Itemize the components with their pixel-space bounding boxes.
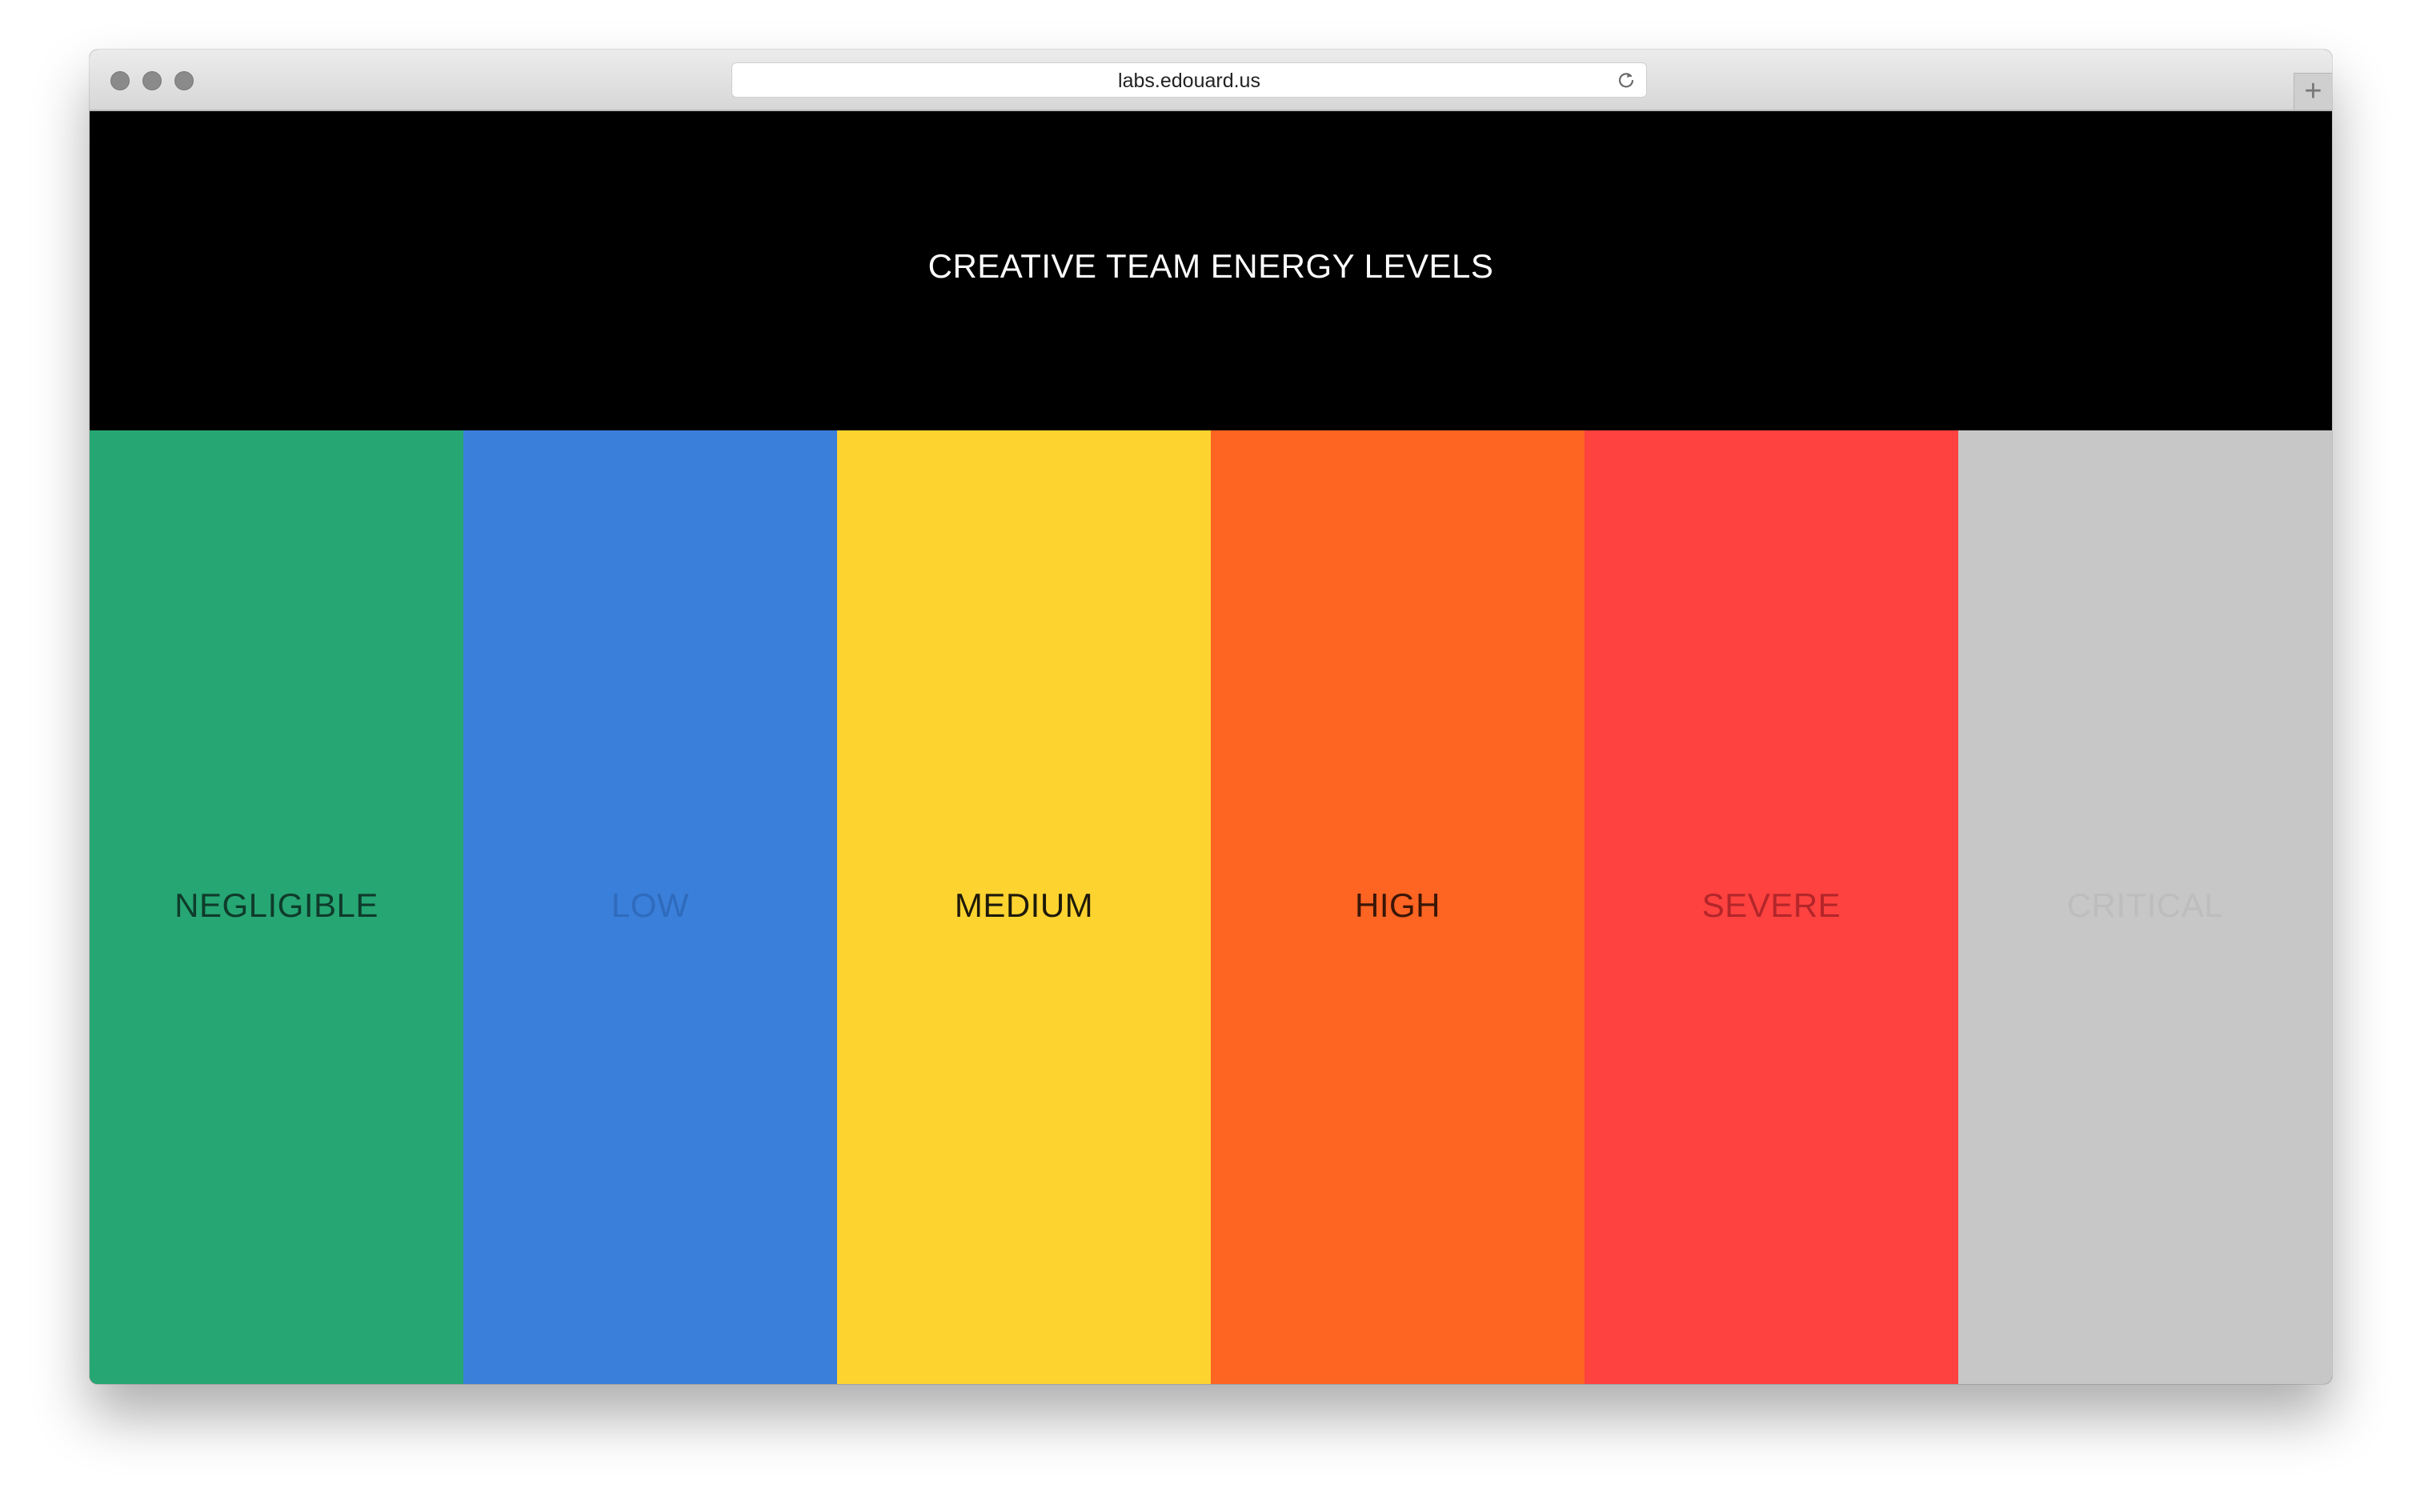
level-critical: CRITICAL xyxy=(1958,430,2332,1384)
address-bar[interactable]: labs.edouard.us xyxy=(731,62,1647,98)
level-medium: MEDIUM xyxy=(837,430,1211,1384)
url-text[interactable]: labs.edouard.us xyxy=(732,63,1646,98)
level-label: LOW xyxy=(611,886,690,924)
close-icon[interactable] xyxy=(110,71,130,90)
new-tab-button[interactable]: + xyxy=(2294,73,2332,110)
level-low: LOW xyxy=(463,430,837,1384)
level-negligible: NEGLIGIBLE xyxy=(90,430,463,1384)
level-label: CRITICAL xyxy=(2066,886,2224,924)
minimize-icon[interactable] xyxy=(142,71,162,90)
level-severe: SEVERE xyxy=(1585,430,1958,1384)
page-header: CREATIVE TEAM ENERGY LEVELS xyxy=(90,111,2332,430)
level-high: HIGH xyxy=(1211,430,1585,1384)
level-label: MEDIUM xyxy=(954,886,1094,924)
level-label: NEGLIGIBLE xyxy=(174,886,379,924)
level-label: HIGH xyxy=(1355,886,1440,924)
level-label: SEVERE xyxy=(1701,886,1841,924)
energy-levels-strip: NEGLIGIBLE LOW MEDIUM HIGH SEVERE CRITIC… xyxy=(90,430,2332,1384)
page-title: CREATIVE TEAM ENERGY LEVELS xyxy=(928,247,1494,285)
plus-icon: + xyxy=(2304,74,2322,108)
zoom-icon[interactable] xyxy=(174,71,194,90)
browser-titlebar: labs.edouard.us + xyxy=(90,50,2332,111)
reload-icon[interactable] xyxy=(1616,70,1637,90)
browser-window: labs.edouard.us + CREATIVE TEAM ENERGY L… xyxy=(90,50,2332,1384)
